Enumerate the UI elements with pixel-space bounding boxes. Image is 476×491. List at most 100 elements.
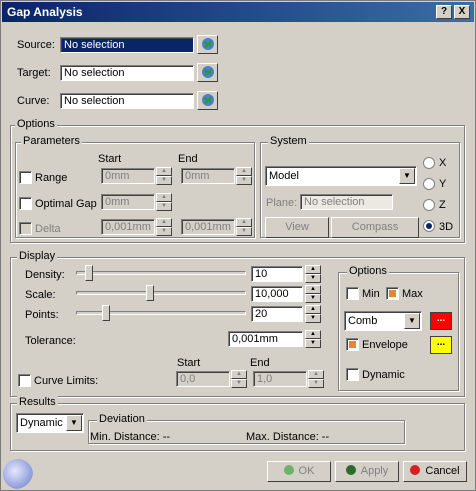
close-button[interactable]: X [454,5,470,19]
ok-button[interactable]: OK [267,461,331,482]
scale-slider[interactable] [76,291,246,295]
delta-start-field[interactable]: 0,001mm [101,219,155,235]
curve-field[interactable]: No selection [60,93,194,109]
curve-limits-start-spinner[interactable]: ▲ ▼ [231,370,247,388]
results-title: Results [17,396,58,408]
curve-limits-end-spinner[interactable]: ▲ ▼ [308,370,324,388]
delta-checkbox[interactable] [19,222,32,235]
source-select-button[interactable] [197,35,218,54]
select-globe-icon [202,94,214,106]
source-field[interactable]: No selection [60,37,194,53]
max-distance-text: Max. Distance: -- [246,431,330,443]
range-start-spinner[interactable]: ▲ ▼ [156,167,172,185]
view-button[interactable]: View [265,217,329,238]
min-distance-text: Min. Distance: -- [90,431,171,443]
points-slider-thumb[interactable] [102,305,110,321]
cancel-button[interactable]: Cancel [403,461,467,482]
comb-combo[interactable]: Comb ▼ [344,311,422,331]
envelope-color-swatch[interactable]: ... [430,336,452,354]
min-checkbox[interactable] [346,287,359,300]
scale-label: Scale: [25,289,56,301]
plane-label: Plane: [266,197,298,209]
axis-3d-radio[interactable] [423,220,435,232]
select-globe-icon [202,38,214,50]
model-combo-value: Model [269,170,299,182]
curve-limits-end-field[interactable]: 1,0 [253,371,307,387]
deviation-title: Deviation [97,413,147,425]
optimal-gap-field[interactable]: 0mm [101,194,155,210]
envelope-checkbox[interactable] [346,338,359,351]
max-checkbox[interactable] [386,287,399,300]
cancel-button-label: Cancel [425,465,460,477]
catia-logo-icon [3,459,33,489]
target-label: Target: [17,67,51,79]
axis-x-radio[interactable] [423,157,435,169]
range-end-spinner[interactable]: ▲ ▼ [236,167,252,185]
ok-icon [283,465,294,475]
chevron-down-icon: ▼ [404,313,420,329]
parameters-start-header: Start [98,153,122,165]
optimal-gap-checkbox[interactable] [19,197,32,210]
scale-slider-thumb[interactable] [146,285,154,301]
plane-field[interactable]: No selection [300,194,393,210]
apply-button-label: Apply [360,465,389,477]
density-field[interactable]: 10 [251,266,303,282]
density-label: Density: [25,269,65,281]
axis-z-radio[interactable] [423,199,435,211]
target-field[interactable]: No selection [60,65,194,81]
min-label: Min [362,288,380,300]
system-title: System [268,135,309,147]
optimal-gap-spinner[interactable]: ▲ ▼ [156,193,172,211]
curve-select-button[interactable] [197,91,218,110]
delta-start-spinner[interactable]: ▲ ▼ [156,218,172,236]
curve-limits-checkbox[interactable] [18,374,31,387]
comb-color-swatch[interactable]: ... [430,312,452,330]
parameters-end-header: End [178,153,198,165]
ok-button-label: OK [298,465,315,477]
dynamic-label: Dynamic [362,369,405,381]
curve-limits-start-header: Start [177,357,201,369]
points-spinner[interactable]: ▲ ▼ [305,305,321,323]
scale-spinner[interactable]: ▲ ▼ [305,285,321,303]
delta-end-spinner[interactable]: ▲ ▼ [236,218,252,236]
dynamic-checkbox[interactable] [346,368,359,381]
points-field[interactable]: 20 [251,306,303,322]
compass-button[interactable]: Compass [331,217,419,238]
select-globe-icon [202,66,214,78]
results-mode-value: Dynamic [20,417,63,429]
density-spinner[interactable]: ▲ ▼ [305,265,321,283]
range-label: Range [35,172,68,184]
results-mode-combo[interactable]: Dynamic ▼ [16,413,84,433]
tolerance-spinner[interactable]: ▲ ▼ [305,330,321,348]
options-group-title: Options [15,118,57,130]
comb-combo-value: Comb [348,315,378,327]
cancel-icon [410,465,421,475]
display-title: Display [17,250,58,262]
axis-y-radio[interactable] [423,178,435,190]
apply-icon [345,465,356,475]
chevron-down-icon: ▼ [66,415,82,431]
delta-end-field[interactable]: 0,001mm [181,219,235,235]
curve-label: Curve: [17,95,50,107]
axis-3d-label: 3D [439,221,454,233]
points-label: Points: [25,309,59,321]
help-button[interactable]: ? [436,5,452,19]
chevron-down-icon: ▼ [399,168,415,184]
gap-analysis-dialog: Gap Analysis ? X Source: No selection Ta… [0,0,476,491]
curve-limits-start-field[interactable]: 0,0 [176,371,230,387]
delta-label: Delta [35,223,61,235]
range-checkbox[interactable] [19,171,32,184]
tolerance-field[interactable]: 0,001mm [228,331,303,347]
range-end-field[interactable]: 0mm [181,168,235,184]
density-slider[interactable] [76,271,246,275]
apply-button[interactable]: Apply [335,461,399,482]
model-combo[interactable]: Model ▼ [265,166,417,186]
max-label: Max [402,288,423,300]
range-start-field[interactable]: 0mm [101,168,155,184]
scale-field[interactable]: 10,000 [251,286,303,302]
window-title: Gap Analysis [7,5,83,19]
axis-z-label: Z [439,199,446,211]
density-slider-thumb[interactable] [85,265,93,281]
optimal-gap-label: Optimal Gap [35,198,97,210]
target-select-button[interactable] [197,63,218,82]
